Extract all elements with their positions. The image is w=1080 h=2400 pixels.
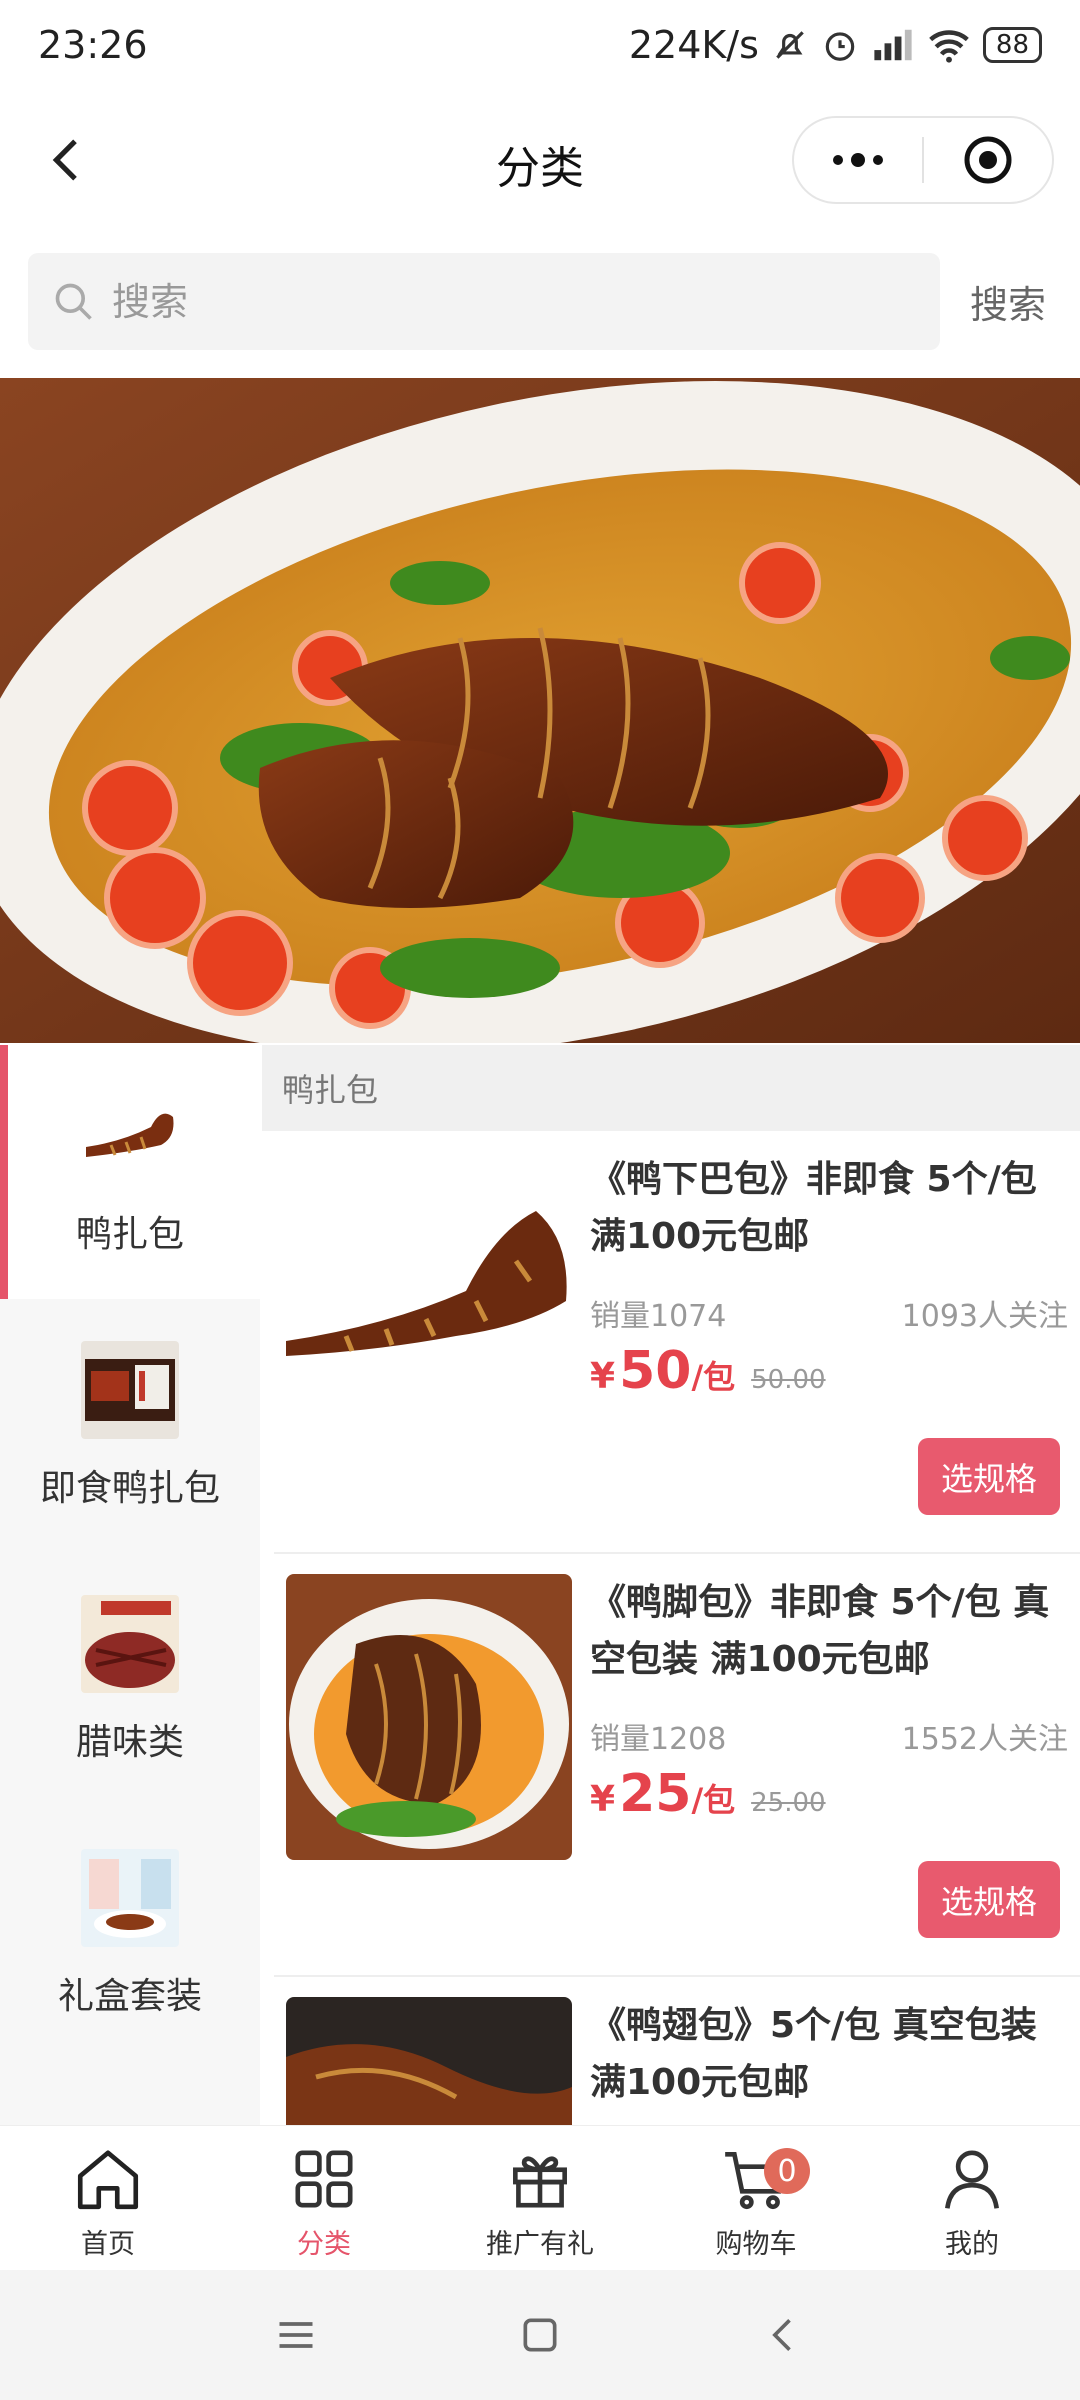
grid-icon (295, 2150, 353, 2208)
product-card[interactable]: 《鸭翅包》5个/包 真空包装 满100元包邮 (274, 1977, 1080, 2125)
category-sidebar: 鸭扎包 即食鸭扎包 腊味类 礼盒套装 (0, 1045, 260, 2125)
category-item-ready-duck[interactable]: 即食鸭扎包 (0, 1299, 260, 1553)
tab-label: 分类 (297, 2229, 351, 2260)
tab-label: 购物车 (715, 2229, 797, 2260)
search-icon (55, 283, 92, 320)
more-dots-icon (833, 153, 883, 167)
category-label: 即食鸭扎包 (39, 1468, 220, 1509)
price-currency: ¥ (590, 1779, 616, 1820)
tab-bar: 首页 分类 推广有礼 0 购物车 我的 (0, 2125, 1080, 2270)
product-followers: 1093人关注 (901, 1299, 1068, 1334)
product-card[interactable]: 《鸭脚包》非即食 5个/包 真空包装 满100元包邮 销量1208 1552人关… (274, 1554, 1080, 1977)
product-title: 《鸭下巴包》非即食 5个/包 满100元包邮 (590, 1159, 1037, 1257)
tab-category[interactable]: 分类 (216, 2126, 432, 2270)
category-label: 礼盒套装 (57, 1976, 202, 2017)
home-square-icon[interactable] (518, 2313, 562, 2357)
category-item-duck-bundle[interactable]: 鸭扎包 (0, 1045, 260, 1299)
status-bar: 23:26 224K/s 88 (0, 0, 1080, 90)
category-thumb (81, 1087, 179, 1185)
tab-cart[interactable]: 0 购物车 (648, 2126, 864, 2270)
product-sales: 销量1208 (590, 1722, 727, 1757)
status-icons: 224K/s 88 (629, 23, 1042, 67)
mute-bell-icon (776, 31, 804, 59)
tab-label: 推广有礼 (486, 2229, 594, 2260)
product-price: ¥ 25 /包 25.00 (590, 1764, 826, 1824)
search-button[interactable]: 搜索 (970, 274, 1046, 329)
category-thumb (81, 1341, 179, 1439)
menu-icon[interactable] (274, 2313, 318, 2357)
home-icon (77, 2150, 139, 2210)
tab-home[interactable]: 首页 (0, 2126, 216, 2270)
system-nav-bar (0, 2270, 1080, 2400)
battery-indicator: 88 (982, 27, 1042, 63)
price-currency: ¥ (590, 1356, 616, 1397)
tab-promo[interactable]: 推广有礼 (432, 2126, 648, 2270)
banner-illustration (0, 378, 1080, 1043)
category-item-cured-meat[interactable]: 腊味类 (0, 1553, 260, 1807)
product-image[interactable] (286, 1151, 572, 1437)
tab-label: 首页 (81, 2229, 135, 2260)
search-box (28, 253, 940, 350)
product-card[interactable]: 《鸭下巴包》非即食 5个/包 满100元包邮 销量1074 1093人关注 ¥ … (274, 1131, 1080, 1554)
wifi-icon (929, 30, 969, 63)
select-spec-button[interactable]: 选规格 (918, 1438, 1060, 1515)
tab-mine[interactable]: 我的 (864, 2126, 1080, 2270)
target-close-icon (964, 136, 1012, 184)
price-unit: /包 (691, 1358, 736, 1396)
cart-count-badge: 0 (764, 2148, 810, 2194)
category-label: 腊味类 (75, 1722, 184, 1763)
original-price: 50.00 (751, 1365, 826, 1395)
category-thumb (81, 1595, 179, 1693)
original-price: 25.00 (751, 1788, 826, 1818)
price-value: 50 (619, 1341, 692, 1401)
signal-icon (874, 29, 912, 61)
product-price: ¥ 50 /包 50.00 (590, 1341, 826, 1401)
tab-label: 我的 (945, 2229, 999, 2260)
product-title: 《鸭翅包》5个/包 真空包装 满100元包邮 (590, 2005, 1037, 2103)
gift-icon (513, 2156, 567, 2208)
product-followers: 1552人关注 (901, 1722, 1068, 1757)
product-list: 鸭扎包 《鸭下巴包》非即食 5个/包 满100元包邮 销量1074 1093人关… (262, 1045, 1080, 2125)
nav-bar: 分类 (0, 110, 1080, 210)
close-miniapp-button[interactable] (924, 118, 1052, 202)
search-row: 搜索 (28, 253, 1068, 350)
alarm-icon (825, 32, 855, 61)
product-title: 《鸭脚包》非即食 5个/包 真空包装 满100元包邮 (590, 1582, 1050, 1680)
category-thumb (81, 1849, 179, 1947)
user-icon (945, 2150, 999, 2209)
banner-image[interactable] (0, 378, 1080, 1043)
category-item-gift-box[interactable]: 礼盒套装 (0, 1807, 260, 2061)
miniapp-capsule (792, 116, 1054, 204)
product-image[interactable] (286, 1574, 572, 1860)
search-input[interactable] (112, 279, 812, 324)
net-speed: 224K/s (628, 23, 759, 67)
price-unit: /包 (691, 1781, 736, 1819)
more-button[interactable] (794, 118, 922, 202)
price-value: 25 (619, 1764, 692, 1824)
section-title: 鸭扎包 (262, 1045, 1080, 1131)
back-triangle-icon[interactable] (762, 2313, 806, 2357)
product-sales: 销量1074 (590, 1299, 727, 1334)
status-time: 23:26 (38, 23, 148, 67)
category-label: 鸭扎包 (75, 1214, 184, 1255)
select-spec-button[interactable]: 选规格 (918, 1861, 1060, 1938)
product-image[interactable] (286, 1997, 572, 2125)
